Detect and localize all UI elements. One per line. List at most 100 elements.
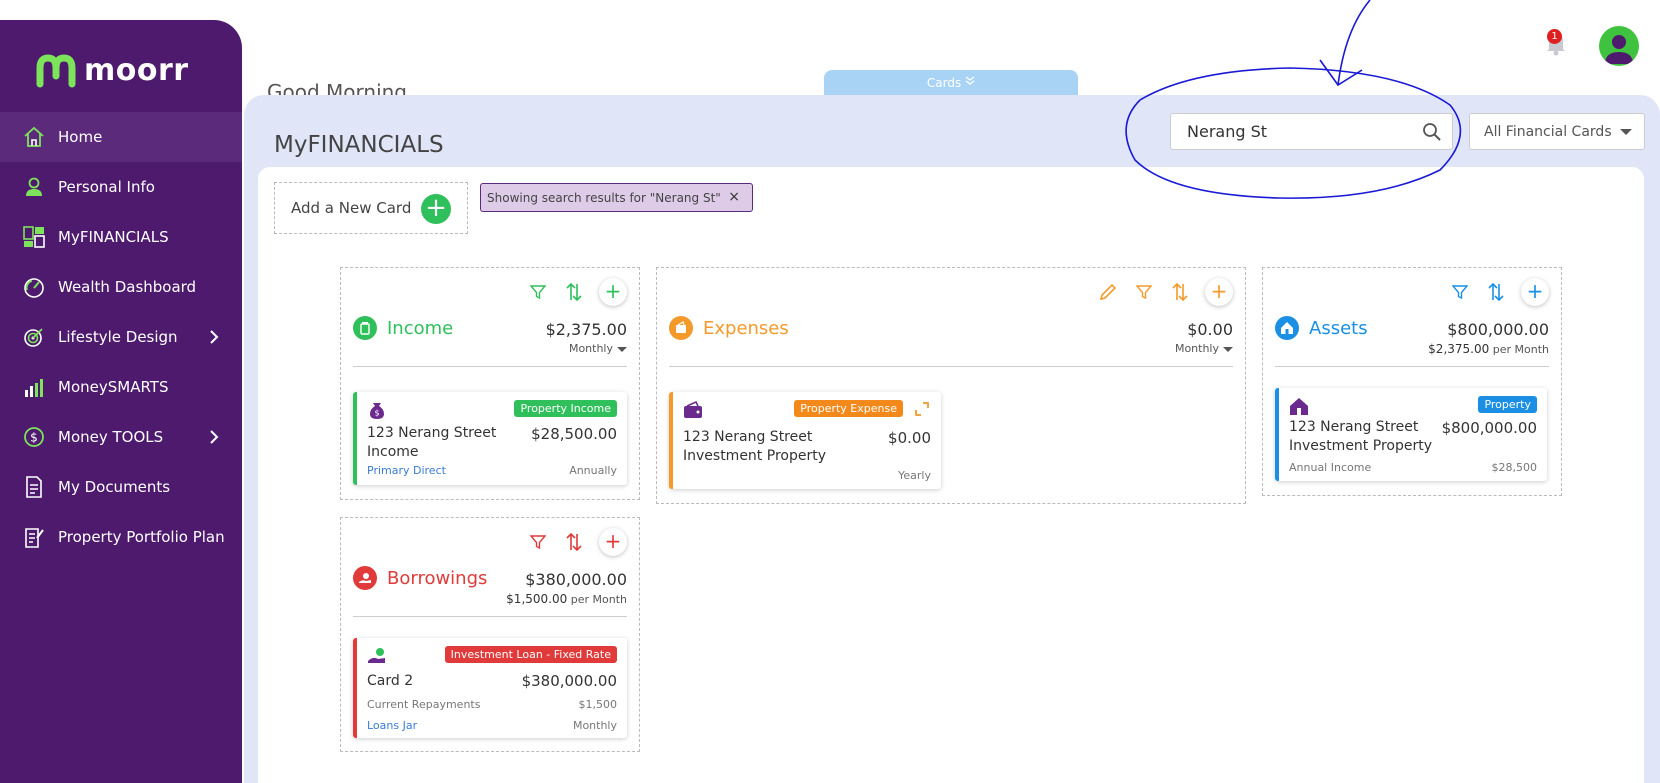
search-input[interactable]: Nerang St xyxy=(1170,113,1453,150)
card-account-link[interactable]: Loans Jar xyxy=(367,719,417,732)
filter-icon[interactable] xyxy=(1133,281,1155,303)
grid-icon xyxy=(22,225,46,249)
filter-icon[interactable] xyxy=(527,281,549,303)
sort-icon[interactable] xyxy=(563,531,585,553)
expenses-title-text: Expenses xyxy=(703,317,789,339)
borrowings-title-text: Borrowings xyxy=(387,567,488,589)
card-frequency: Annually xyxy=(569,464,617,477)
card-repayments-label: Current Repayments xyxy=(367,698,481,711)
expenses-period-select[interactable]: Monthly xyxy=(1175,342,1233,355)
card-accent-bar xyxy=(353,638,357,738)
sidebar-item-property-portfolio-plan[interactable]: Property Portfolio Plan xyxy=(0,512,242,562)
sort-icon[interactable] xyxy=(563,281,585,303)
add-asset-button[interactable]: + xyxy=(1521,278,1549,306)
card-accent-bar xyxy=(353,392,357,485)
sidebar: moorr Home Personal Info MyFINANCIALS We… xyxy=(0,20,242,783)
sidebar-item-wealth-dashboard[interactable]: Wealth Dashboard xyxy=(0,262,242,312)
income-card[interactable]: $ Property Income 123 Nerang Street Inco… xyxy=(353,392,627,485)
expenses-group: + Expenses $0.00 Monthly Property Expens… xyxy=(656,267,1246,504)
income-title-text: Income xyxy=(387,317,454,339)
gauge-icon xyxy=(22,275,46,299)
target-icon xyxy=(22,325,46,349)
logo[interactable]: moorr xyxy=(36,52,189,88)
card-filter-select[interactable]: All Financial Cards xyxy=(1469,113,1645,150)
loan-hand-icon xyxy=(368,648,385,663)
sidebar-item-home[interactable]: Home xyxy=(0,112,242,162)
sidebar-item-label: Money TOOLS xyxy=(58,428,164,446)
sidebar-item-lifestyle-design[interactable]: Lifestyle Design xyxy=(0,312,242,362)
plus-circle-icon: + xyxy=(421,194,451,224)
card-footnote: Annual Income xyxy=(1289,461,1372,474)
card-annual-income: $28,500 xyxy=(1491,461,1538,474)
filter-icon[interactable] xyxy=(527,531,549,553)
assets-title-text: Assets xyxy=(1309,317,1368,339)
card-accent-bar xyxy=(1275,388,1279,481)
borrowing-card[interactable]: Investment Loan - Fixed Rate Card 2 $380… xyxy=(353,638,627,738)
add-borrowing-button[interactable]: + xyxy=(599,528,627,556)
income-group: + Income $2,375.00 Monthly $ Property In… xyxy=(340,267,640,500)
notification-badge: 1 xyxy=(1547,29,1562,44)
house-icon xyxy=(1290,398,1308,415)
close-icon[interactable]: × xyxy=(728,189,740,205)
plan-document-icon xyxy=(22,525,46,549)
card-value: $0.00 xyxy=(888,429,931,447)
logo-mark-icon xyxy=(36,54,76,88)
page-title: MyFINANCIALS xyxy=(274,132,444,158)
sidebar-item-money-tools[interactable]: $ Money TOOLS xyxy=(0,412,242,462)
search-icon[interactable] xyxy=(1422,122,1442,142)
avatar[interactable] xyxy=(1599,26,1639,66)
borrowing-hand-icon xyxy=(353,566,377,590)
divider xyxy=(353,366,627,367)
borrowings-actions: + xyxy=(527,528,627,556)
search-results-chip: Showing search results for "Nerang St" × xyxy=(480,183,753,212)
caret-down-icon xyxy=(1620,129,1632,135)
home-icon xyxy=(22,125,46,149)
sort-icon[interactable] xyxy=(1169,281,1191,303)
card-value: $800,000.00 xyxy=(1441,419,1537,437)
sidebar-item-my-documents[interactable]: My Documents xyxy=(0,462,242,512)
card-frequency: Yearly xyxy=(898,469,931,482)
person-icon xyxy=(22,175,46,199)
money-bag-icon: $ xyxy=(370,403,384,419)
sort-icon[interactable] xyxy=(1485,281,1507,303)
borrowings-sub-amount: $1,500.00 per Month xyxy=(506,592,627,606)
add-expense-button[interactable]: + xyxy=(1205,278,1233,306)
assets-group: + Assets $800,000.00 $2,375.00 per Month… xyxy=(1262,267,1562,496)
user-avatar-icon xyxy=(1605,35,1633,64)
sidebar-item-label: Lifestyle Design xyxy=(58,328,178,346)
search-input-value: Nerang St xyxy=(1187,122,1268,141)
expenses-actions: + xyxy=(1097,278,1233,306)
expenses-amount: $0.00 xyxy=(1187,320,1233,339)
asset-card[interactable]: Property 123 Nerang Street Investment Pr… xyxy=(1275,388,1547,481)
sidebar-item-myfinancials[interactable]: MyFINANCIALS xyxy=(0,212,242,262)
dollar-circle-icon: $ xyxy=(22,425,46,449)
filter-icon[interactable] xyxy=(1449,281,1471,303)
income-title: Income xyxy=(353,316,453,340)
divider xyxy=(1275,366,1549,367)
sidebar-item-moneysmarts[interactable]: MoneySMARTS xyxy=(0,362,242,412)
card-repayments-value: $1,500 xyxy=(578,698,618,711)
borrowings-amount: $380,000.00 xyxy=(525,570,627,589)
add-new-card-button[interactable]: Add a New Card + xyxy=(274,182,468,234)
svg-text:$: $ xyxy=(374,409,379,418)
asset-home-icon xyxy=(1275,316,1299,340)
caret-down-icon xyxy=(1223,346,1233,352)
expand-icon[interactable] xyxy=(915,402,929,416)
chevron-right-icon xyxy=(210,430,219,444)
sidebar-item-personal-info[interactable]: Personal Info xyxy=(0,162,242,212)
income-period-select[interactable]: Monthly xyxy=(569,342,627,355)
add-income-button[interactable]: + xyxy=(599,278,627,306)
edit-pencil-icon[interactable] xyxy=(1097,281,1119,303)
bar-chart-icon xyxy=(22,375,46,399)
cards-tab[interactable]: Cards xyxy=(824,70,1078,96)
income-period: Monthly xyxy=(568,342,613,355)
card-account-link[interactable]: Primary Direct xyxy=(367,464,446,477)
expense-card[interactable]: Property Expense 123 Nerang Street Inves… xyxy=(669,392,941,489)
assets-amount: $800,000.00 xyxy=(1447,320,1549,339)
property-income-badge: Property Income xyxy=(514,400,617,417)
assets-monthly-amount: $2,375.00 xyxy=(1428,342,1490,356)
borrowings-monthly-amount: $1,500.00 xyxy=(506,592,568,606)
expense-wallet-icon xyxy=(669,316,693,340)
annotation-arrowhead xyxy=(1319,59,1363,87)
income-actions: + xyxy=(527,278,627,306)
